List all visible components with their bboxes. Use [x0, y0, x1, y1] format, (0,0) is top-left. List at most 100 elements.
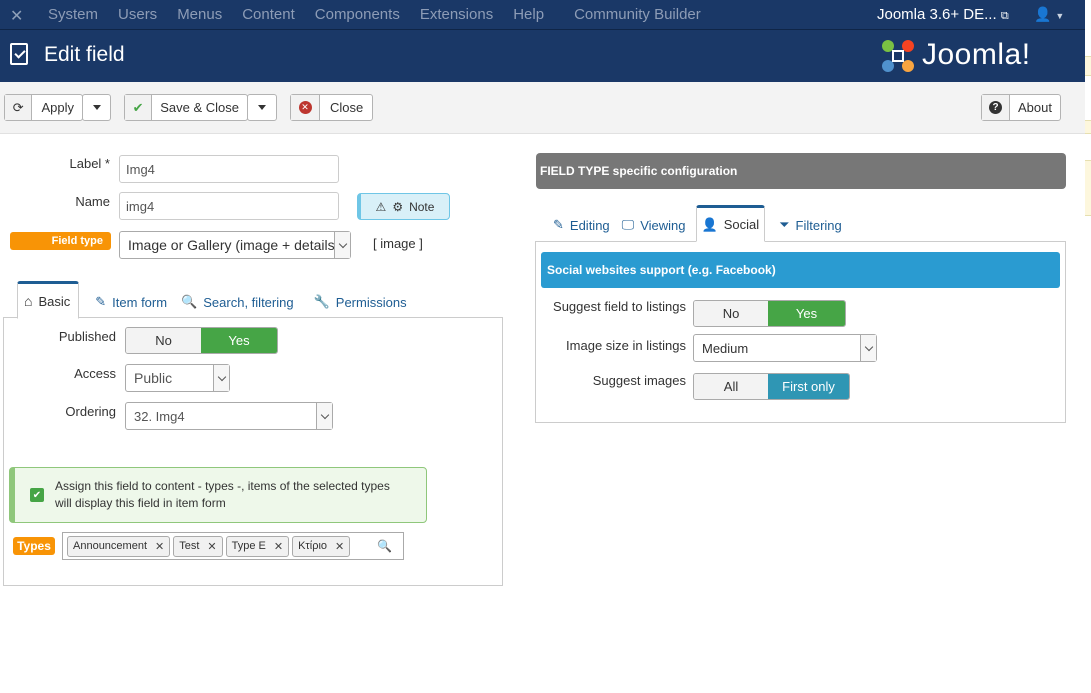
label-input[interactable]: Img4 — [119, 155, 339, 183]
type-chip-label: Test — [179, 540, 200, 552]
close-button[interactable]: ✕ Close — [290, 94, 373, 121]
tab-editing-label: Editing — [569, 217, 610, 233]
menu-community-builder[interactable]: Community Builder — [574, 6, 701, 23]
edge-marker — [1085, 56, 1091, 76]
about-label: About — [1018, 100, 1052, 115]
user-icon: 👤 — [1034, 6, 1052, 22]
note-button[interactable]: ⚠ ⚙ Note — [357, 193, 450, 220]
image-size-select[interactable]: Medium — [693, 334, 877, 362]
save-close-dropdown-button[interactable] — [247, 94, 277, 121]
published-no-option[interactable]: No — [126, 328, 201, 353]
joomla-x-icon[interactable]: ✕ — [10, 6, 23, 26]
tab-social-label: Social — [723, 217, 760, 232]
remove-icon[interactable]: ✕ — [207, 540, 216, 553]
label-input-value: Img4 — [126, 161, 155, 177]
ordering-select[interactable]: 32. Img4 — [125, 402, 333, 430]
published-label: Published — [58, 329, 116, 344]
site-link[interactable]: Joomla 3.6+ DE... ⧉ — [877, 6, 1009, 23]
field-type-select[interactable]: Image or Gallery (image + details) — [119, 231, 351, 259]
name-input-value: img4 — [126, 198, 155, 214]
remove-icon[interactable]: ✕ — [155, 540, 164, 553]
monitor-icon: 🖵 — [621, 217, 635, 232]
chevron-down-icon — [334, 232, 350, 258]
menu-content[interactable]: Content — [242, 6, 295, 23]
type-chip: Type E ✕ — [225, 535, 290, 557]
tab-permissions[interactable]: 🔧 Permissions — [314, 285, 407, 319]
name-input[interactable]: img4 — [119, 192, 339, 220]
left-tabs: ⌂ Basic ✎ Item form 🔍 Search, filtering … — [17, 281, 407, 319]
caret-down-icon — [258, 105, 266, 110]
suggest-images-label: Suggest images — [592, 373, 686, 388]
remove-icon[interactable]: ✕ — [335, 540, 344, 553]
access-select[interactable]: Public — [125, 364, 230, 392]
tab-editing[interactable]: ✎ Editing — [545, 208, 618, 242]
suggest-images-all-option[interactable]: All — [694, 374, 769, 399]
menu-users[interactable]: Users — [118, 6, 157, 23]
tab-basic[interactable]: ⌂ Basic — [17, 281, 80, 319]
edge-marker — [1085, 160, 1091, 216]
menu-components[interactable]: Components — [315, 6, 400, 23]
page-title: Edit field — [44, 43, 125, 66]
tab-basic-label: Basic — [38, 293, 71, 309]
image-size-value: Medium — [702, 340, 749, 356]
user-icon: 👤 — [701, 216, 718, 232]
toolbar: ⟳ Apply ✔ Save & Close ✕ Close ? About — [0, 82, 1085, 134]
suggest-images-toggle[interactable]: All First only — [693, 373, 850, 400]
tab-search-filtering[interactable]: 🔍 Search, filtering — [181, 285, 294, 319]
assign-types-alert: ✔ Assign this field to content - types -… — [9, 467, 427, 523]
joomla-logo-icon — [882, 40, 914, 72]
tab-filtering[interactable]: ⏷ Filtering — [765, 208, 850, 242]
wrench-icon: 🔧 — [313, 294, 330, 309]
edit-icon: ✎ — [553, 217, 564, 232]
apply-dropdown-button[interactable] — [82, 94, 111, 121]
tab-social[interactable]: 👤 Social — [695, 205, 766, 242]
chevron-down-icon — [213, 365, 229, 391]
tab-item-form[interactable]: ✎ Item form — [95, 285, 167, 319]
suggest-listings-no-option[interactable]: No — [694, 301, 769, 326]
menu-system[interactable]: System — [48, 6, 98, 23]
published-toggle[interactable]: No Yes — [125, 327, 278, 354]
site-link-label: Joomla 3.6+ DE... — [877, 6, 997, 23]
suggest-images-first-only-option[interactable]: First only — [768, 374, 849, 399]
types-multiselect[interactable]: Announcement ✕ Test ✕ Type E ✕ Κτίριο ✕ 🔍 — [62, 532, 404, 560]
type-chip: Κτίριο ✕ — [292, 535, 351, 557]
checkbox-checked-icon[interactable]: ✔ — [30, 488, 44, 502]
refresh-icon: ⟳ — [5, 95, 33, 120]
suggest-listings-toggle[interactable]: No Yes — [693, 300, 846, 327]
suggest-listings-yes-option[interactable]: Yes — [768, 301, 845, 326]
tab-filtering-label: Filtering — [795, 217, 842, 233]
field-type-code: [ image ] — [373, 236, 423, 251]
chevron-down-icon: ▼ — [1055, 11, 1065, 21]
published-yes-option[interactable]: Yes — [201, 328, 277, 353]
type-chip: Test ✕ — [173, 535, 223, 557]
basic-panel: Published No Yes Access Public Ordering … — [3, 317, 503, 586]
about-button[interactable]: ? About — [981, 94, 1061, 121]
warning-icon: ⚠ — [375, 199, 387, 214]
remove-icon[interactable]: ✕ — [274, 540, 283, 553]
types-badge: Types — [13, 537, 55, 555]
tab-viewing[interactable]: 🖵 Viewing — [618, 208, 692, 242]
close-circle-icon: ✕ — [291, 95, 320, 120]
tab-permissions-label: Permissions — [335, 294, 407, 310]
name-field-label: Name — [75, 194, 110, 209]
social-support-header: Social websites support (e.g. Facebook) — [541, 252, 1060, 288]
suggest-listings-label: Suggest field to listings — [553, 299, 686, 314]
menu-extensions[interactable]: Extensions — [420, 6, 493, 23]
edge-marker — [1085, 120, 1091, 134]
access-value: Public — [134, 370, 173, 386]
apply-button[interactable]: ⟳ Apply — [4, 94, 83, 121]
admin-menu: System Users Menus Content Components Ex… — [48, 6, 721, 23]
user-menu[interactable]: 👤 ▼ — [1034, 6, 1064, 23]
label-field-label: Label * — [69, 156, 110, 171]
page-header: Edit field Joomla! — [0, 30, 1085, 82]
right-edge-strip — [1085, 0, 1091, 693]
save-close-button[interactable]: ✔ Save & Close — [124, 94, 248, 121]
social-panel: Social websites support (e.g. Facebook) … — [535, 241, 1066, 423]
edit-icon: ✎ — [95, 294, 107, 309]
field-type-config-header: FIELD TYPE specific configuration — [536, 153, 1066, 189]
menu-help[interactable]: Help — [513, 6, 544, 23]
tab-item-form-label: Item form — [112, 294, 168, 310]
menu-menus[interactable]: Menus — [177, 6, 222, 23]
tab-viewing-label: Viewing — [640, 217, 686, 233]
search-icon: 🔍 — [377, 539, 393, 553]
